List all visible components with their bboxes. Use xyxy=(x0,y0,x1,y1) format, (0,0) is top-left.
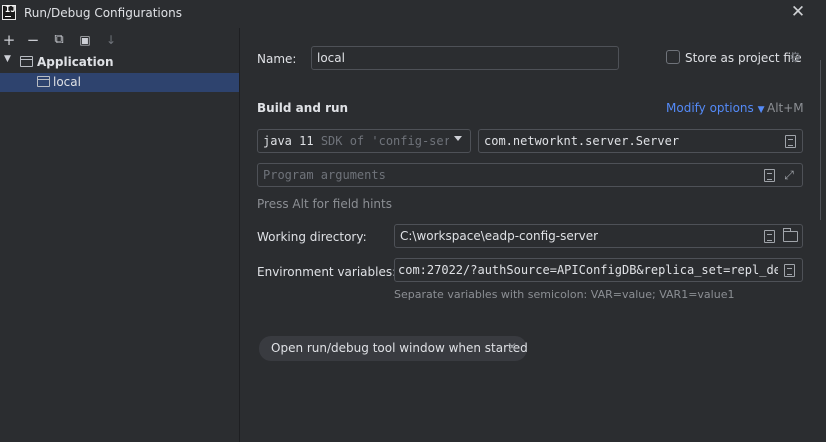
browse-icon[interactable] xyxy=(785,135,796,148)
title-bar: IJ Run/Debug Configurations ✕ xyxy=(0,0,826,28)
program-arguments-placeholder: Program arguments xyxy=(263,168,386,182)
chip-label: Open run/debug tool window when started xyxy=(271,341,528,355)
alt-hint: Press Alt for field hints xyxy=(257,197,392,211)
section-title: Build and run xyxy=(257,101,349,115)
working-directory-value: C:\workspace\eadp-config-server xyxy=(400,229,599,243)
pane-divider[interactable] xyxy=(239,28,240,442)
name-field[interactable]: local xyxy=(311,46,619,70)
name-value: local xyxy=(317,51,345,65)
copy-icon[interactable]: ⧉ xyxy=(50,31,68,49)
modify-options-shortcut: Alt+M xyxy=(767,101,804,115)
intellij-idea-icon: IJ xyxy=(2,5,16,20)
jre-dropdown[interactable]: java 11 SDK of 'config-serv xyxy=(257,129,471,153)
environment-variables-value: com:27022/?authSource=APIConfigDB&replic… xyxy=(398,263,778,277)
store-as-project-file-label: Store as project file xyxy=(685,51,802,65)
application-icon xyxy=(20,56,33,67)
sort-icon[interactable]: ↓ xyxy=(102,31,120,49)
tree-item-local[interactable]: local xyxy=(0,73,239,92)
modify-options-label: Modify options xyxy=(666,101,754,115)
chevron-down-icon[interactable]: ▼ xyxy=(4,54,11,64)
modify-options-link[interactable]: Modify options ▼ xyxy=(666,101,765,115)
window-edge xyxy=(820,60,821,220)
browse-icon[interactable] xyxy=(764,169,775,182)
gear-icon[interactable]: ⚙ xyxy=(789,51,803,65)
remove-icon[interactable]: − xyxy=(24,31,42,49)
tree-item-label: local xyxy=(53,75,81,89)
jre-dropdown-value: java 11 SDK of 'config-serv xyxy=(263,134,449,148)
main-class-value: com.networknt.server.Server xyxy=(484,134,680,148)
working-directory-label: Working directory: xyxy=(257,230,367,244)
browse-icon[interactable] xyxy=(764,230,775,243)
environment-variables-field[interactable]: com:27022/?authSource=APIConfigDB&replic… xyxy=(394,258,803,282)
environment-variables-label: Environment variables: xyxy=(257,265,397,279)
open-run-debug-tool-window-chip[interactable]: Open run/debug tool window when started … xyxy=(259,336,528,361)
add-icon[interactable]: + xyxy=(0,31,18,49)
main-class-field[interactable]: com.networknt.server.Server xyxy=(478,129,803,153)
jre-main: java 11 xyxy=(263,134,314,148)
jre-sdk: SDK of 'config-serv xyxy=(320,134,449,148)
configurations-sidebar: + − ⧉ ▣ ↓ ▼ Application local xyxy=(0,28,239,442)
dropdown-arrow-icon xyxy=(454,136,462,141)
program-arguments-field[interactable]: Program arguments ⤢ xyxy=(257,163,803,187)
tree-group-label: Application xyxy=(37,55,114,69)
name-label: Name: xyxy=(257,52,297,66)
environment-variables-hint: Separate variables with semicolon: VAR=v… xyxy=(394,288,735,301)
working-directory-field[interactable]: C:\workspace\eadp-config-server xyxy=(394,224,803,248)
folder-icon[interactable] xyxy=(783,228,798,242)
browse-icon[interactable] xyxy=(784,264,795,277)
close-icon[interactable]: ✕ xyxy=(790,4,806,21)
close-icon[interactable]: ✕ xyxy=(507,340,517,354)
chevron-down-icon: ▼ xyxy=(757,105,765,115)
expand-icon[interactable]: ⤢ xyxy=(782,168,796,182)
store-as-project-file-checkbox[interactable] xyxy=(666,50,680,64)
application-icon xyxy=(37,76,50,87)
window-title: Run/Debug Configurations xyxy=(24,6,182,20)
tree-group-application[interactable]: ▼ Application xyxy=(0,53,239,72)
new-folder-icon[interactable]: ▣ xyxy=(76,31,94,49)
